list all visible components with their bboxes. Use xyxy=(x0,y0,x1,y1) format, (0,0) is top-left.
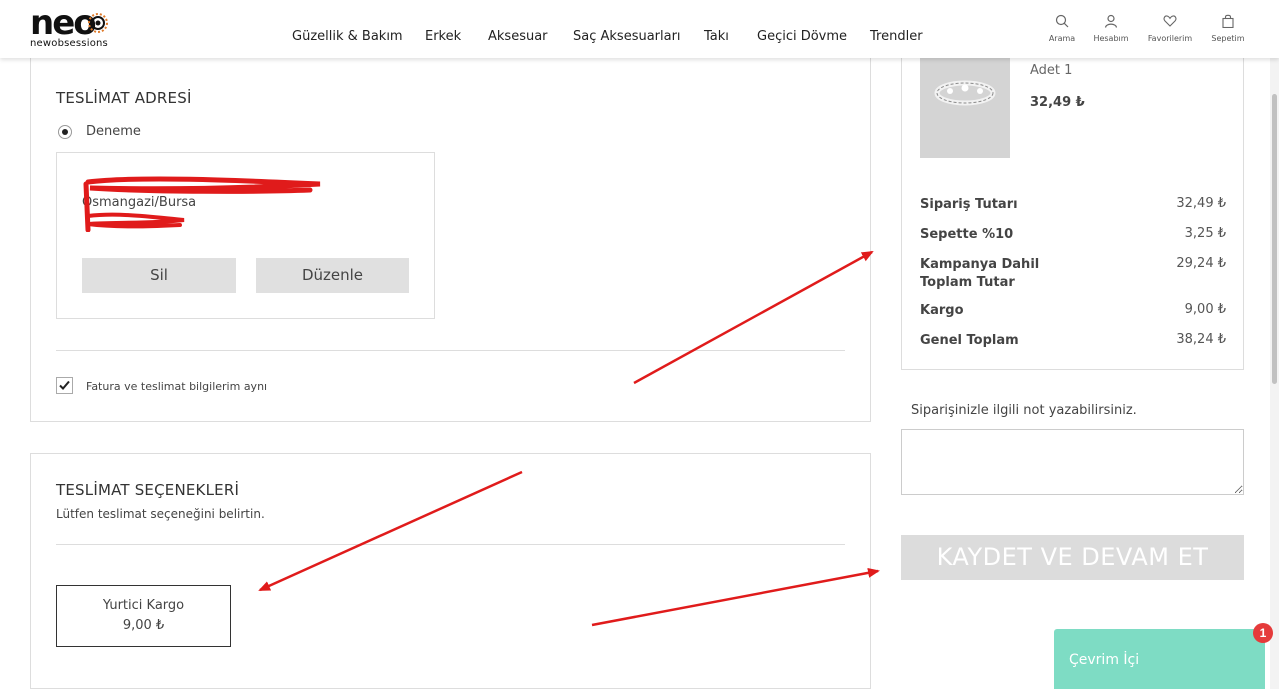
header-cart[interactable]: Sepetim xyxy=(1203,14,1253,43)
logo-wordmark: neo xyxy=(30,3,97,43)
shipping-divider xyxy=(56,544,845,545)
summary-label: Sepette %10 xyxy=(920,227,1014,242)
product-thumbnail[interactable] xyxy=(920,58,1010,158)
redacted-address-scribble xyxy=(83,176,321,232)
summary-value: 38,24 ₺ xyxy=(1176,332,1226,347)
delivery-address-title: TESLİMAT ADRESİ xyxy=(56,89,192,107)
address-option-name: Deneme xyxy=(86,124,141,139)
header-cart-label: Sepetim xyxy=(1211,34,1245,43)
header-favorites-label: Favorilerim xyxy=(1147,34,1193,43)
cart-item-quantity: Adet 1 xyxy=(1030,63,1073,78)
ring-product-image xyxy=(920,58,1010,158)
nav-item-trendler[interactable]: Trendler xyxy=(870,29,923,44)
search-icon xyxy=(1055,14,1069,28)
summary-label: Kampanya Dahil Toplam Tutar xyxy=(920,257,1040,290)
header-search[interactable]: Arama xyxy=(1037,14,1087,43)
shipping-options-subtitle: Lütfen teslimat seçeneğini belirtin. xyxy=(56,507,265,521)
order-note-textarea[interactable] xyxy=(901,429,1244,495)
summary-label: Genel Toplam xyxy=(920,333,1019,348)
same-billing-checkbox[interactable] xyxy=(56,377,73,394)
chat-notification-badge: 1 xyxy=(1253,623,1273,643)
nav-item-sac-aksesuarlari[interactable]: Saç Aksesuarları xyxy=(573,29,681,44)
address-radio[interactable] xyxy=(58,125,72,139)
header-account-label: Hesabım xyxy=(1093,34,1129,43)
nav-item-guzellik[interactable]: Güzellik & Bakım xyxy=(292,29,403,44)
logo-tagline: newobsessions xyxy=(30,38,108,49)
header-account[interactable]: Hesabım xyxy=(1086,14,1136,43)
summary-value: 9,00 ₺ xyxy=(1184,302,1226,317)
header-favorites[interactable]: Favorilerim xyxy=(1145,14,1195,43)
bag-icon xyxy=(1222,14,1234,28)
live-chat-label: Çevrim İçi xyxy=(1069,652,1140,668)
summary-value: 3,25 ₺ xyxy=(1184,226,1226,241)
summary-value: 29,24 ₺ xyxy=(1176,256,1226,271)
heart-icon xyxy=(1163,15,1177,27)
shipping-option-name: Yurtici Kargo xyxy=(102,598,185,613)
shipping-options-title: TESLİMAT SEÇENEKLERİ xyxy=(56,481,240,499)
summary-label: Sipariş Tutarı xyxy=(920,197,1018,212)
cart-item-price: 32,49 ₺ xyxy=(1030,95,1085,110)
delete-address-button[interactable]: Sil xyxy=(82,258,236,293)
live-chat-widget[interactable]: Çevrim İçi xyxy=(1054,629,1265,689)
nav-item-gecici-dovme[interactable]: Geçici Dövme xyxy=(757,29,847,44)
checkmark-icon xyxy=(59,380,70,390)
scrollbar-thumb[interactable] xyxy=(1272,94,1277,384)
nav-item-aksesuar[interactable]: Aksesuar xyxy=(488,29,548,44)
address-divider xyxy=(56,350,845,351)
order-note-label: Siparişinizle ilgili not yazabilirsiniz. xyxy=(911,403,1137,418)
page-scrollbar[interactable] xyxy=(1270,58,1279,689)
shipping-option-price: 9,00 ₺ xyxy=(122,618,165,633)
site-header: neo newobsessions Güzellik & Bakım Erkek… xyxy=(0,0,1279,58)
user-icon xyxy=(1104,14,1118,28)
same-billing-label: Fatura ve teslimat bilgilerim aynı xyxy=(86,380,268,393)
edit-address-button[interactable]: Düzenle xyxy=(256,258,409,293)
nav-item-taki[interactable]: Takı xyxy=(704,29,729,44)
brand-logo[interactable]: neo newobsessions xyxy=(30,3,110,49)
summary-label: Kargo xyxy=(920,303,964,318)
shipping-option-yurtici[interactable]: Yurtici Kargo 9,00 ₺ xyxy=(56,585,231,647)
summary-value: 32,49 ₺ xyxy=(1176,196,1226,211)
save-and-continue-button[interactable]: KAYDET VE DEVAM ET xyxy=(901,535,1244,580)
header-search-label: Arama xyxy=(1048,34,1076,43)
nav-item-erkek[interactable]: Erkek xyxy=(425,29,461,44)
logo-swirl-icon xyxy=(88,13,108,33)
